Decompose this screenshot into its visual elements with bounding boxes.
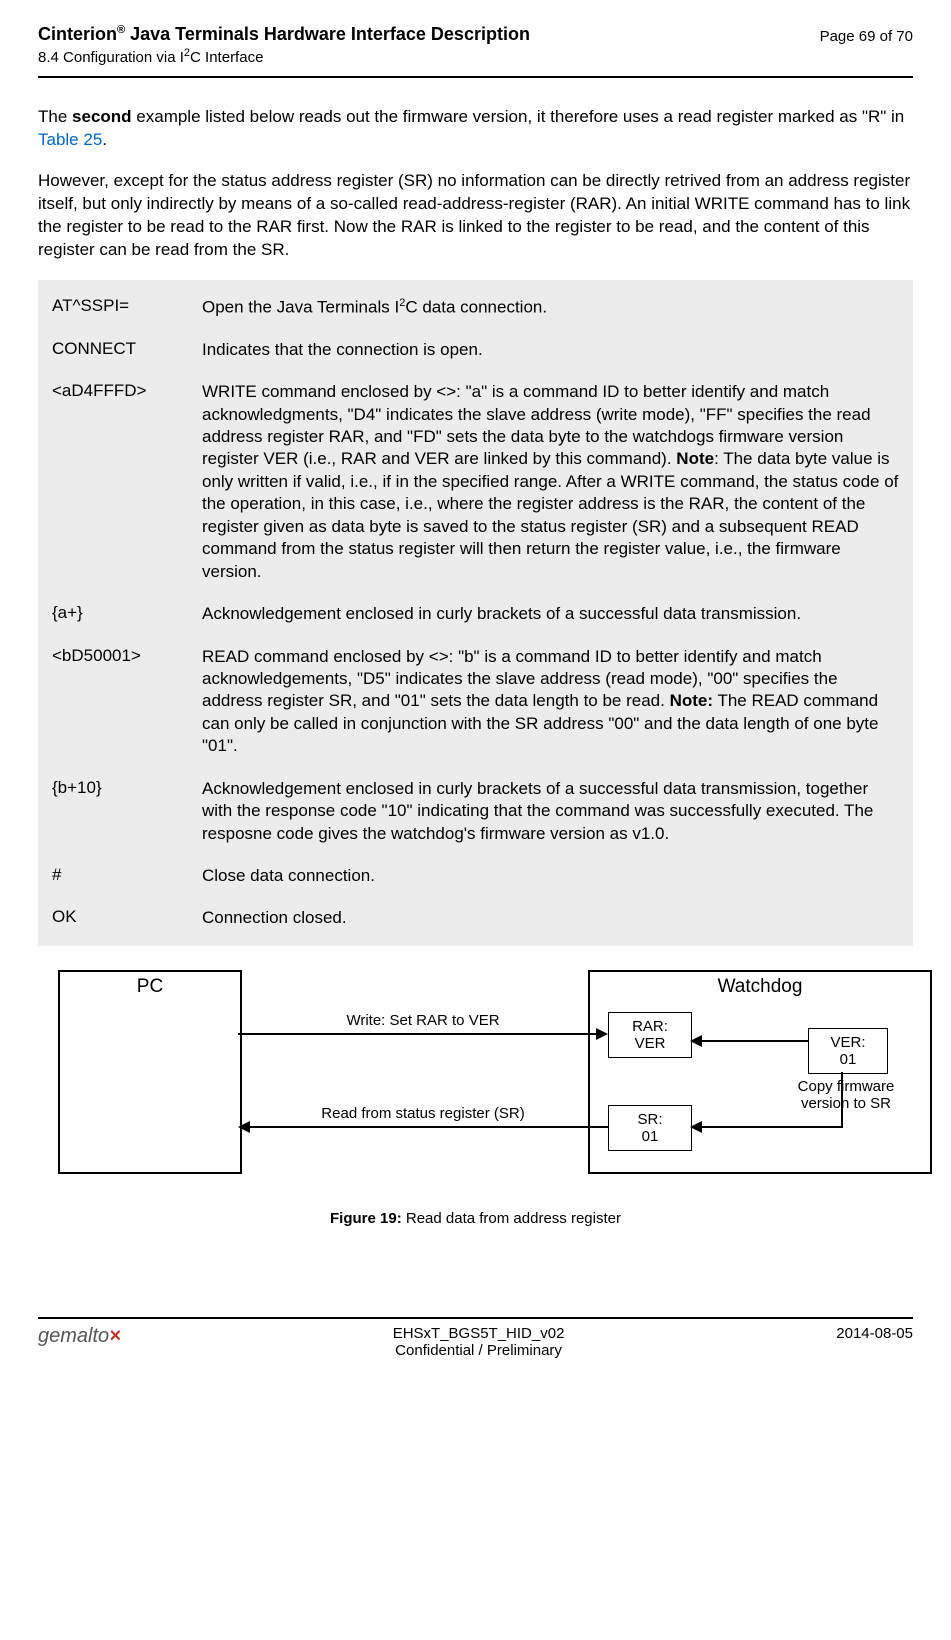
cmd-row-4: {a+} Acknowledgement enclosed in curly b… — [52, 603, 899, 625]
note: Note — [676, 449, 714, 468]
cmd-key: <aD4FFFD> — [52, 381, 202, 401]
reg-mark: ® — [117, 24, 125, 36]
arrow-write-label: Write: Set RAR to VER — [298, 1012, 548, 1029]
cmd-desc: Indicates that the connection is open. — [202, 339, 899, 361]
cmd-row-2: CONNECT Indicates that the connection is… — [52, 339, 899, 361]
figcap-num: Figure 19: — [330, 1210, 402, 1227]
footer-rule — [38, 1317, 913, 1319]
arrow-copy-head-icon — [690, 1121, 702, 1133]
ver-register: VER: 01 — [808, 1028, 888, 1074]
cmd-key: CONNECT — [52, 339, 202, 359]
sr-l2: 01 — [609, 1128, 691, 1145]
rar-register: RAR: VER — [608, 1012, 692, 1058]
doc-conf: Confidential / Preliminary — [393, 1342, 565, 1359]
cmd-key: {b+10} — [52, 778, 202, 798]
arrow-write-head-icon — [596, 1028, 608, 1040]
doc-date: 2014-08-05 — [836, 1325, 913, 1342]
arrow-read-head-icon — [238, 1121, 250, 1133]
cmd-row-6: {b+10} Acknowledgement enclosed in curly… — [52, 778, 899, 845]
arrow-ver-rar-head-icon — [690, 1035, 702, 1047]
copy-label: Copy firmware version to SR — [796, 1078, 896, 1113]
ver-l1: VER: — [809, 1034, 887, 1051]
figure-19: PC Watchdog RAR: VER VER: 01 SR: 01 Writ… — [38, 970, 913, 1200]
wd-label: Watchdog — [590, 972, 930, 998]
product-name: Cinterion — [38, 24, 117, 44]
cmd-desc: READ command enclosed by <>: "b" is a co… — [202, 646, 899, 758]
rar-l1: RAR: — [609, 1018, 691, 1035]
d2: C data connection. — [405, 297, 547, 316]
cmd-desc: Acknowledgement enclosed in curly bracke… — [202, 778, 899, 845]
logo-x-icon: × — [109, 1325, 121, 1347]
p1-a: The — [38, 107, 72, 126]
footer-center: EHSxT_BGS5T_HID_v02 Confidential / Preli… — [393, 1325, 565, 1359]
cmd-desc: Close data connection. — [202, 865, 899, 887]
ver-l2: 01 — [809, 1051, 887, 1068]
sr-l1: SR: — [609, 1111, 691, 1128]
page-header: Cinterion® Java Terminals Hardware Inter… — [38, 24, 913, 72]
cmd-desc: Acknowledgement enclosed in curly bracke… — [202, 603, 899, 625]
d1: Open the Java Terminals I — [202, 297, 399, 316]
cmd-row-5: <bD50001> READ command enclosed by <>: "… — [52, 646, 899, 758]
arrow-read-line — [250, 1126, 608, 1128]
cmd-key: AT^SSPI= — [52, 296, 202, 316]
cmd-key: # — [52, 865, 202, 885]
p1-d: . — [102, 130, 107, 149]
command-block: AT^SSPI= Open the Java Terminals I2C dat… — [38, 280, 913, 946]
cmd-desc: WRITE command enclosed by <>: "a" is a c… — [202, 381, 899, 583]
cmd-row-8: OK Connection closed. — [52, 907, 899, 929]
cmd-key: OK — [52, 907, 202, 927]
p1-b: second — [72, 107, 132, 126]
section-a: 8.4 Configuration via I — [38, 49, 184, 66]
doc-id: EHSxT_BGS5T_HID_v02 — [393, 1325, 565, 1342]
table25-link[interactable]: Table 25 — [38, 130, 102, 149]
cmd-row-7: # Close data connection. — [52, 865, 899, 887]
section-b: C Interface — [190, 49, 263, 66]
arrow-copy-hline — [702, 1126, 842, 1128]
cmd-desc: Connection closed. — [202, 907, 899, 929]
pc-label: PC — [60, 972, 240, 998]
cmd-desc: Open the Java Terminals I2C data connect… — [202, 296, 899, 319]
arrow-ver-rar-line — [702, 1040, 808, 1042]
sr-register: SR: 01 — [608, 1105, 692, 1151]
d2: : The data byte value is only written if… — [202, 449, 898, 580]
figcap-text: Read data from address register — [402, 1210, 621, 1227]
page-footer: gemalto× EHSxT_BGS5T_HID_v02 Confidentia… — [38, 1325, 913, 1359]
p1-c: example listed below reads out the firmw… — [132, 107, 905, 126]
header-title: Cinterion® Java Terminals Hardware Inter… — [38, 24, 530, 45]
arrow-write-line — [238, 1033, 596, 1035]
header-left: Cinterion® Java Terminals Hardware Inter… — [38, 24, 530, 66]
logo-text: gemalto — [38, 1325, 109, 1347]
rar-l2: VER — [609, 1035, 691, 1052]
gemalto-logo: gemalto× — [38, 1325, 121, 1348]
note: Note: — [670, 691, 713, 710]
pc-box: PC — [58, 970, 242, 1174]
cmd-row-3: <aD4FFFD> WRITE command enclosed by <>: … — [52, 381, 899, 583]
arrow-read-label: Read from status register (SR) — [278, 1105, 568, 1122]
page-number: Page 69 of 70 — [820, 24, 913, 45]
title-rest: Java Terminals Hardware Interface Descri… — [125, 24, 530, 44]
cmd-key: <bD50001> — [52, 646, 202, 666]
para-2: However, except for the status address r… — [38, 170, 913, 262]
figure-caption: Figure 19: Read data from address regist… — [38, 1210, 913, 1227]
cmd-row-1: AT^SSPI= Open the Java Terminals I2C dat… — [52, 296, 899, 319]
para-1: The second example listed below reads ou… — [38, 106, 913, 152]
cmd-key: {a+} — [52, 603, 202, 623]
header-section: 8.4 Configuration via I2C Interface — [38, 47, 530, 66]
header-rule — [38, 76, 913, 78]
